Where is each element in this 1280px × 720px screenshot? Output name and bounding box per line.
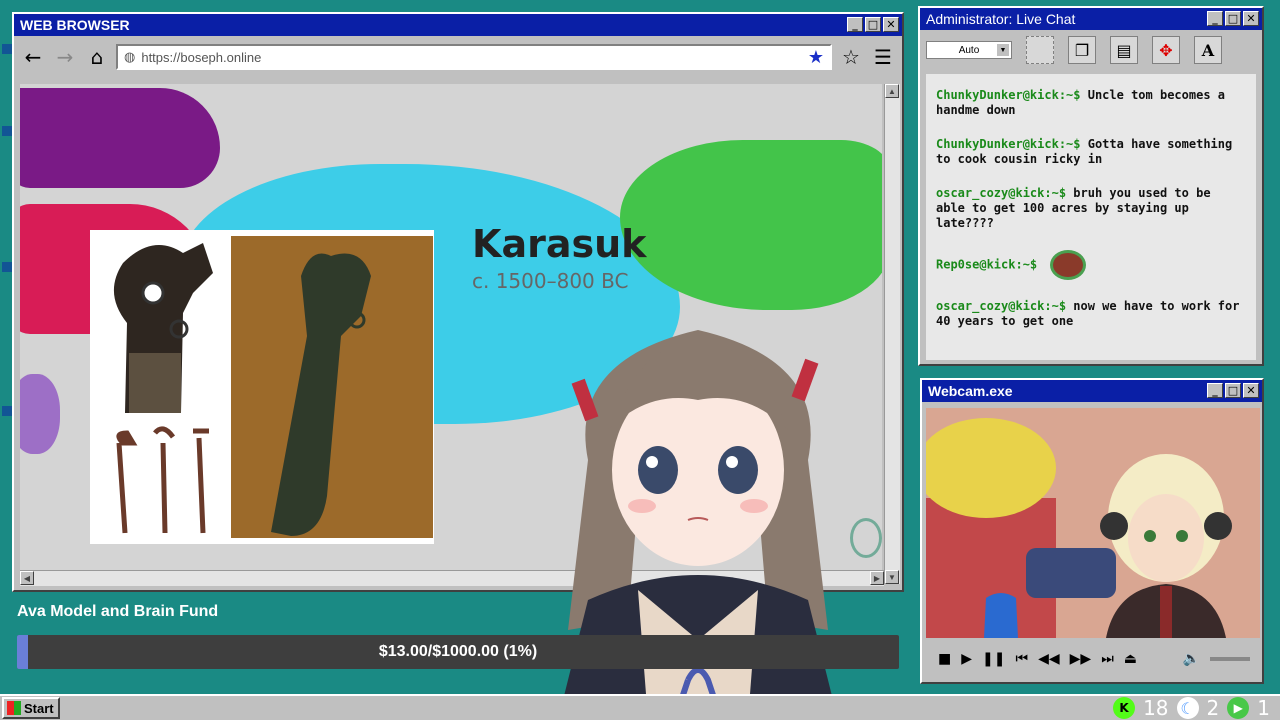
map-region-violet — [20, 374, 60, 454]
font-icon[interactable]: A — [1194, 36, 1222, 64]
browser-title: WEB BROWSER — [20, 17, 130, 33]
taskbar: Start K 18 ☾ 2 ▶ 1 — [0, 694, 1280, 720]
moon-icon[interactable]: ☾ — [1176, 697, 1199, 719]
start-label: Start — [24, 700, 54, 716]
scroll-left-icon[interactable]: ◀ — [20, 571, 34, 585]
webcam-feed — [926, 408, 1260, 638]
slide-title: Karasuk — [472, 222, 647, 266]
system-tray: K 18 ☾ 2 ▶ 1 — [1113, 696, 1280, 720]
maximize-button[interactable]: □ — [1225, 383, 1241, 398]
select-icon[interactable] — [1026, 36, 1054, 64]
fund-progress-bar: $13.00/$1000.00 (1%) — [17, 635, 899, 669]
home-icon[interactable]: ⌂ — [84, 44, 110, 70]
font-select[interactable]: Auto ▼ — [926, 41, 1012, 59]
map-region-purple — [20, 88, 220, 188]
copy-icon[interactable]: ❐ — [1068, 36, 1096, 64]
minimize-button[interactable]: _ — [847, 17, 863, 32]
vertical-scrollbar[interactable]: ▲ ▼ — [884, 84, 900, 584]
bronze-knife-image — [231, 236, 433, 538]
chat-log[interactable]: ChunkyDunker@kick:~$ Uncle tom becomes a… — [926, 74, 1256, 360]
tray-count: 18 — [1143, 696, 1169, 720]
chat-username: oscar_cozy@kick:~$ — [936, 299, 1067, 313]
play-icon[interactable]: ▶ — [1227, 697, 1250, 719]
stop-icon[interactable]: ■ — [938, 651, 951, 667]
webcam-titlebar[interactable]: Webcam.exe _ □ ✕ — [922, 380, 1262, 402]
chat-title: Administrator: Live Chat — [926, 11, 1076, 27]
bookmark-star-icon[interactable]: ★ — [808, 47, 824, 68]
scroll-up-icon[interactable]: ▲ — [885, 84, 899, 98]
chat-message: oscar_cozy@kick:~$ bruh you used to be a… — [936, 186, 1246, 231]
scroll-right-icon[interactable]: ▶ — [870, 571, 884, 585]
close-button[interactable]: ✕ — [883, 17, 899, 32]
desktop-icon[interactable] — [2, 126, 12, 136]
minimize-button[interactable]: _ — [1207, 11, 1223, 26]
windows-logo-icon — [7, 701, 21, 715]
close-button[interactable]: ✕ — [1243, 383, 1259, 398]
eject-icon[interactable]: ⏏ — [1124, 651, 1137, 667]
chat-message: ChunkyDunker@kick:~$ Gotta have somethin… — [936, 137, 1246, 167]
artifact-photos — [90, 230, 434, 544]
move-icon[interactable]: ✥ — [1152, 36, 1180, 64]
emote-icon — [1050, 250, 1087, 280]
rewind-icon[interactable]: ◀◀ — [1038, 651, 1060, 667]
chat-username: Rep0se@kick:~$ — [936, 257, 1038, 272]
minimize-button[interactable]: _ — [1207, 383, 1223, 398]
volume-slider[interactable] — [1210, 657, 1250, 661]
desktop-icon[interactable] — [2, 262, 12, 272]
kick-icon[interactable]: K — [1113, 697, 1136, 719]
browser-titlebar[interactable]: WEB BROWSER _ □ ✕ — [14, 14, 902, 36]
watermark-logo — [850, 518, 882, 558]
url-text: https://boseph.online — [141, 49, 262, 65]
chat-message: ChunkyDunker@kick:~$ Uncle tom becomes a… — [936, 88, 1246, 118]
fund-amount: $13.00/$1000.00 (1%) — [378, 643, 538, 660]
chat-username: ChunkyDunker@kick:~$ — [936, 137, 1081, 151]
dropdown-arrow-icon: ▼ — [997, 44, 1009, 56]
back-arrow-icon[interactable]: ← — [20, 44, 46, 70]
address-bar[interactable]: ◍ https://boseph.online ★ — [116, 44, 832, 70]
chat-username: oscar_cozy@kick:~$ — [936, 186, 1067, 200]
skip-back-icon[interactable]: ⏮ — [1015, 651, 1028, 667]
maximize-button[interactable]: □ — [1225, 11, 1241, 26]
bronze-artifact-image — [113, 243, 213, 534]
chat-message: Rep0se@kick:~$ — [936, 250, 1246, 280]
chat-username: ChunkyDunker@kick:~$ — [936, 88, 1081, 102]
slide-subtitle: c. 1500–800 BC — [472, 269, 629, 293]
webcam-title: Webcam.exe — [928, 383, 1013, 399]
font-select-value: Auto — [958, 44, 980, 56]
browser-toolbar: ← → ⌂ ◍ https://boseph.online ★ ☆ ☰ — [14, 36, 902, 78]
desktop-icon[interactable] — [2, 406, 12, 416]
favorites-icon[interactable]: ☆ — [838, 44, 864, 70]
maximize-button[interactable]: □ — [865, 17, 881, 32]
chat-message: oscar_cozy@kick:~$ now we have to work f… — [936, 299, 1246, 329]
fund-title: Ava Model and Brain Fund — [17, 603, 219, 620]
volume-icon[interactable]: 🔈 — [1183, 651, 1200, 667]
close-button[interactable]: ✕ — [1243, 11, 1259, 26]
tray-count: 1 — [1257, 696, 1270, 720]
menu-icon[interactable]: ☰ — [870, 44, 896, 70]
fast-forward-icon[interactable]: ▶▶ — [1070, 651, 1092, 667]
chat-window: Administrator: Live Chat _ □ ✕ Auto ▼ ❐ … — [918, 6, 1264, 366]
skip-forward-icon[interactable]: ⏭ — [1101, 651, 1114, 667]
webcam-window: Webcam.exe _ □ ✕ ■ ▶ ❚❚ ⏮ ◀◀ ▶▶ ⏭ ⏏ 🔈 — [920, 378, 1264, 684]
tray-count: 2 — [1206, 696, 1220, 720]
pause-icon[interactable]: ❚❚ — [982, 651, 1005, 667]
chat-toolbar: Auto ▼ ❐ ▤ ✥ A — [920, 30, 1262, 70]
scroll-down-icon[interactable]: ▼ — [885, 570, 899, 584]
chat-titlebar[interactable]: Administrator: Live Chat _ □ ✕ — [920, 8, 1262, 30]
play-icon[interactable]: ▶ — [961, 651, 972, 667]
forward-arrow-icon[interactable]: → — [52, 44, 78, 70]
paste-icon[interactable]: ▤ — [1110, 36, 1138, 64]
media-controls: ■ ▶ ❚❚ ⏮ ◀◀ ▶▶ ⏭ ⏏ 🔈 — [926, 644, 1260, 674]
globe-icon: ◍ — [124, 49, 136, 65]
webcam-illustration — [926, 408, 1260, 638]
desktop-icon[interactable] — [2, 44, 12, 54]
start-button[interactable]: Start — [2, 697, 60, 719]
